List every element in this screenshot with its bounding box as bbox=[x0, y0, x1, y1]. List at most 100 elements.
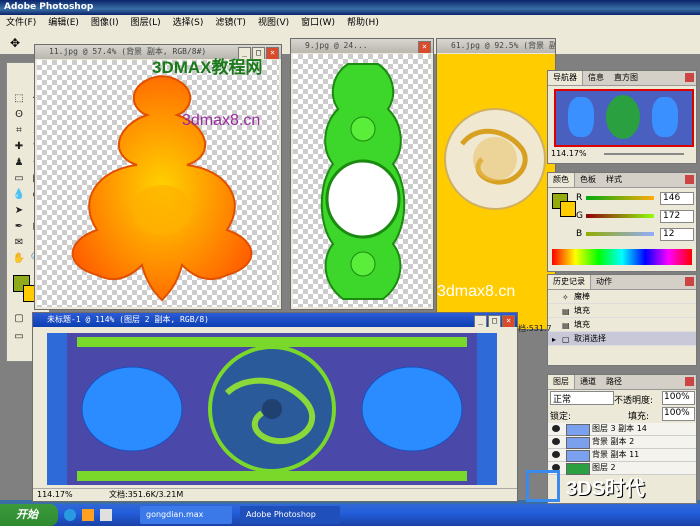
opacity-input[interactable]: 100% bbox=[662, 391, 695, 405]
value-r[interactable]: 146 bbox=[660, 192, 694, 205]
notes-tool-icon[interactable]: ✉ bbox=[11, 235, 27, 250]
quickmask-off-icon[interactable]: ▢ bbox=[11, 311, 27, 326]
tab-actions[interactable]: 动作 bbox=[591, 275, 617, 289]
fill-icon: ▤ bbox=[562, 321, 570, 330]
navigator-zoom[interactable]: 114.17% bbox=[551, 149, 587, 158]
value-b[interactable]: 12 bbox=[660, 228, 694, 241]
menu-bar: 文件(F) 编辑(E) 图像(I) 图层(L) 选择(S) 滤镜(T) 视图(V) 窗口(W)… bbox=[0, 15, 700, 33]
maximize-icon[interactable]: □ bbox=[488, 315, 501, 327]
history-state-arrow-icon: ▸ bbox=[552, 335, 557, 344]
fill-input[interactable]: 100% bbox=[662, 407, 695, 421]
history-item[interactable]: ✧ 魔棒 bbox=[548, 290, 696, 304]
crop-tool-icon[interactable]: ⌗ bbox=[11, 123, 27, 138]
layer-row[interactable]: 背景 副本 11 bbox=[548, 449, 696, 462]
deselect-icon: ▢ bbox=[562, 335, 570, 344]
close-icon[interactable] bbox=[685, 377, 694, 386]
hand-tool-icon[interactable]: ✋ bbox=[11, 251, 27, 266]
wand-icon: ✧ bbox=[562, 293, 569, 302]
taskbar: 开始 gongdian.max Adobe Photoshop bbox=[0, 504, 700, 526]
color-palette: 颜色 色板 样式 R 146 G 172 B 12 bbox=[547, 172, 697, 272]
history-palette: 历史记录 动作 ✧ 魔棒 ▤ 填充 ▤ 填充 ▸ ▢ 取消选择 bbox=[547, 274, 697, 366]
task-photoshop[interactable]: Adobe Photoshop bbox=[240, 506, 340, 524]
canvas-11[interactable] bbox=[37, 60, 279, 307]
tab-navigator[interactable]: 导航器 bbox=[548, 71, 583, 85]
doc-title-untitled[interactable]: 未标题-1 @ 114% (图层 2 副本, RGB/8) _ □ × bbox=[33, 313, 517, 327]
menu-layer[interactable]: 图层(L) bbox=[125, 15, 167, 32]
menu-select[interactable]: 选择(S) bbox=[167, 15, 210, 32]
lasso-tool-icon[interactable]: ʘ bbox=[11, 107, 27, 122]
slider-g[interactable] bbox=[586, 214, 654, 218]
doc-title-9[interactable]: 9.jpg @ 24... × bbox=[291, 39, 433, 53]
menu-image[interactable]: 图像(I) bbox=[85, 15, 125, 32]
history-item[interactable]: ▤ 填充 bbox=[548, 304, 696, 318]
eye-icon[interactable] bbox=[552, 451, 560, 458]
move-tool-icon[interactable]: ✥ bbox=[10, 36, 20, 50]
logo-mark-icon bbox=[526, 470, 560, 502]
blur-tool-icon[interactable]: 💧 bbox=[11, 187, 27, 202]
tab-swatches[interactable]: 色板 bbox=[575, 173, 601, 187]
color-bg-swatch[interactable] bbox=[560, 201, 576, 217]
blend-mode-select[interactable]: 正常 bbox=[550, 391, 614, 405]
marquee-tool-icon[interactable]: ⬚ bbox=[11, 91, 27, 106]
close-icon[interactable]: × bbox=[266, 47, 279, 59]
close-icon[interactable]: × bbox=[418, 41, 431, 53]
ornament-green bbox=[320, 63, 406, 300]
eraser-tool-icon[interactable]: ▭ bbox=[11, 171, 27, 186]
eye-icon[interactable] bbox=[552, 425, 560, 432]
history-item[interactable]: ▤ 填充 bbox=[548, 318, 696, 332]
quicklaunch-icon[interactable] bbox=[100, 509, 112, 521]
value-g[interactable]: 172 bbox=[660, 210, 694, 223]
eye-icon[interactable] bbox=[552, 438, 560, 445]
task-3dsmax[interactable]: gongdian.max bbox=[140, 506, 232, 524]
navigator-zoom-slider[interactable] bbox=[604, 153, 684, 155]
close-icon[interactable] bbox=[685, 175, 694, 184]
doc-size: 文档:351.6K/3.21M bbox=[109, 490, 184, 499]
menu-file[interactable]: 文件(F) bbox=[0, 15, 42, 32]
start-button[interactable]: 开始 bbox=[0, 504, 58, 526]
doc-status-bar: 114.17% 文档:351.6K/3.21M bbox=[33, 488, 517, 501]
canvas-untitled[interactable] bbox=[47, 333, 497, 485]
browser-icon[interactable] bbox=[64, 509, 76, 521]
close-icon[interactable]: × bbox=[502, 315, 515, 327]
fill-label: 填充: bbox=[628, 412, 650, 422]
pen-tool-icon[interactable]: ✒ bbox=[11, 219, 27, 234]
tab-info[interactable]: 信息 bbox=[583, 71, 609, 85]
opacity-label: 不透明度: bbox=[614, 396, 654, 406]
watermark-url-2: 3dmax8.cn bbox=[437, 283, 516, 300]
doc-title-61[interactable]: 61.jpg @ 92.5% (背景 副本, RGB/8#) bbox=[437, 39, 555, 53]
tab-histogram[interactable]: 直方图 bbox=[609, 71, 643, 85]
close-icon[interactable] bbox=[685, 277, 694, 286]
history-item-current[interactable]: ▸ ▢ 取消选择 bbox=[548, 332, 696, 346]
tab-history[interactable]: 历史记录 bbox=[548, 275, 591, 289]
tab-paths[interactable]: 路径 bbox=[601, 375, 627, 389]
menu-window[interactable]: 窗口(W) bbox=[295, 15, 341, 32]
logo-text: 3DS时代 bbox=[566, 478, 645, 500]
minimize-icon[interactable]: _ bbox=[474, 315, 487, 327]
canvas-9[interactable] bbox=[293, 54, 431, 307]
slider-r[interactable] bbox=[586, 196, 654, 200]
layer-row[interactable]: 图层 3 副本 14 bbox=[548, 423, 696, 436]
ornament-orange bbox=[71, 75, 253, 302]
desktop-icon[interactable] bbox=[82, 509, 94, 521]
path-select-icon[interactable]: ➤ bbox=[11, 203, 27, 218]
close-icon[interactable] bbox=[685, 73, 694, 82]
color-spectrum-bar[interactable] bbox=[552, 249, 692, 265]
menu-filter[interactable]: 滤镜(T) bbox=[209, 15, 252, 32]
label-g: G bbox=[576, 211, 583, 221]
menu-view[interactable]: 视图(V) bbox=[252, 15, 295, 32]
slider-b[interactable] bbox=[586, 232, 654, 236]
screen-mode-icon[interactable]: ▭ bbox=[11, 329, 27, 344]
layer-list: 图层 3 副本 14 背景 副本 2 背景 副本 11 图层 2 bbox=[548, 423, 696, 475]
doc-zoom[interactable]: 114.17% bbox=[37, 489, 73, 501]
stamp-tool-icon[interactable]: ♟ bbox=[11, 155, 27, 170]
layer-row[interactable]: 背景 副本 2 bbox=[548, 436, 696, 449]
tab-channels[interactable]: 通道 bbox=[575, 375, 601, 389]
tab-color[interactable]: 颜色 bbox=[548, 173, 575, 187]
menu-edit[interactable]: 编辑(E) bbox=[42, 15, 85, 32]
tab-styles[interactable]: 样式 bbox=[601, 173, 627, 187]
tab-layers[interactable]: 图层 bbox=[548, 375, 575, 389]
healing-brush-icon[interactable]: ✚ bbox=[11, 139, 27, 154]
menu-help[interactable]: 帮助(H) bbox=[341, 15, 385, 32]
navigator-preview[interactable] bbox=[554, 89, 694, 147]
watermark-title: 3DMAX教程网 bbox=[152, 58, 263, 77]
